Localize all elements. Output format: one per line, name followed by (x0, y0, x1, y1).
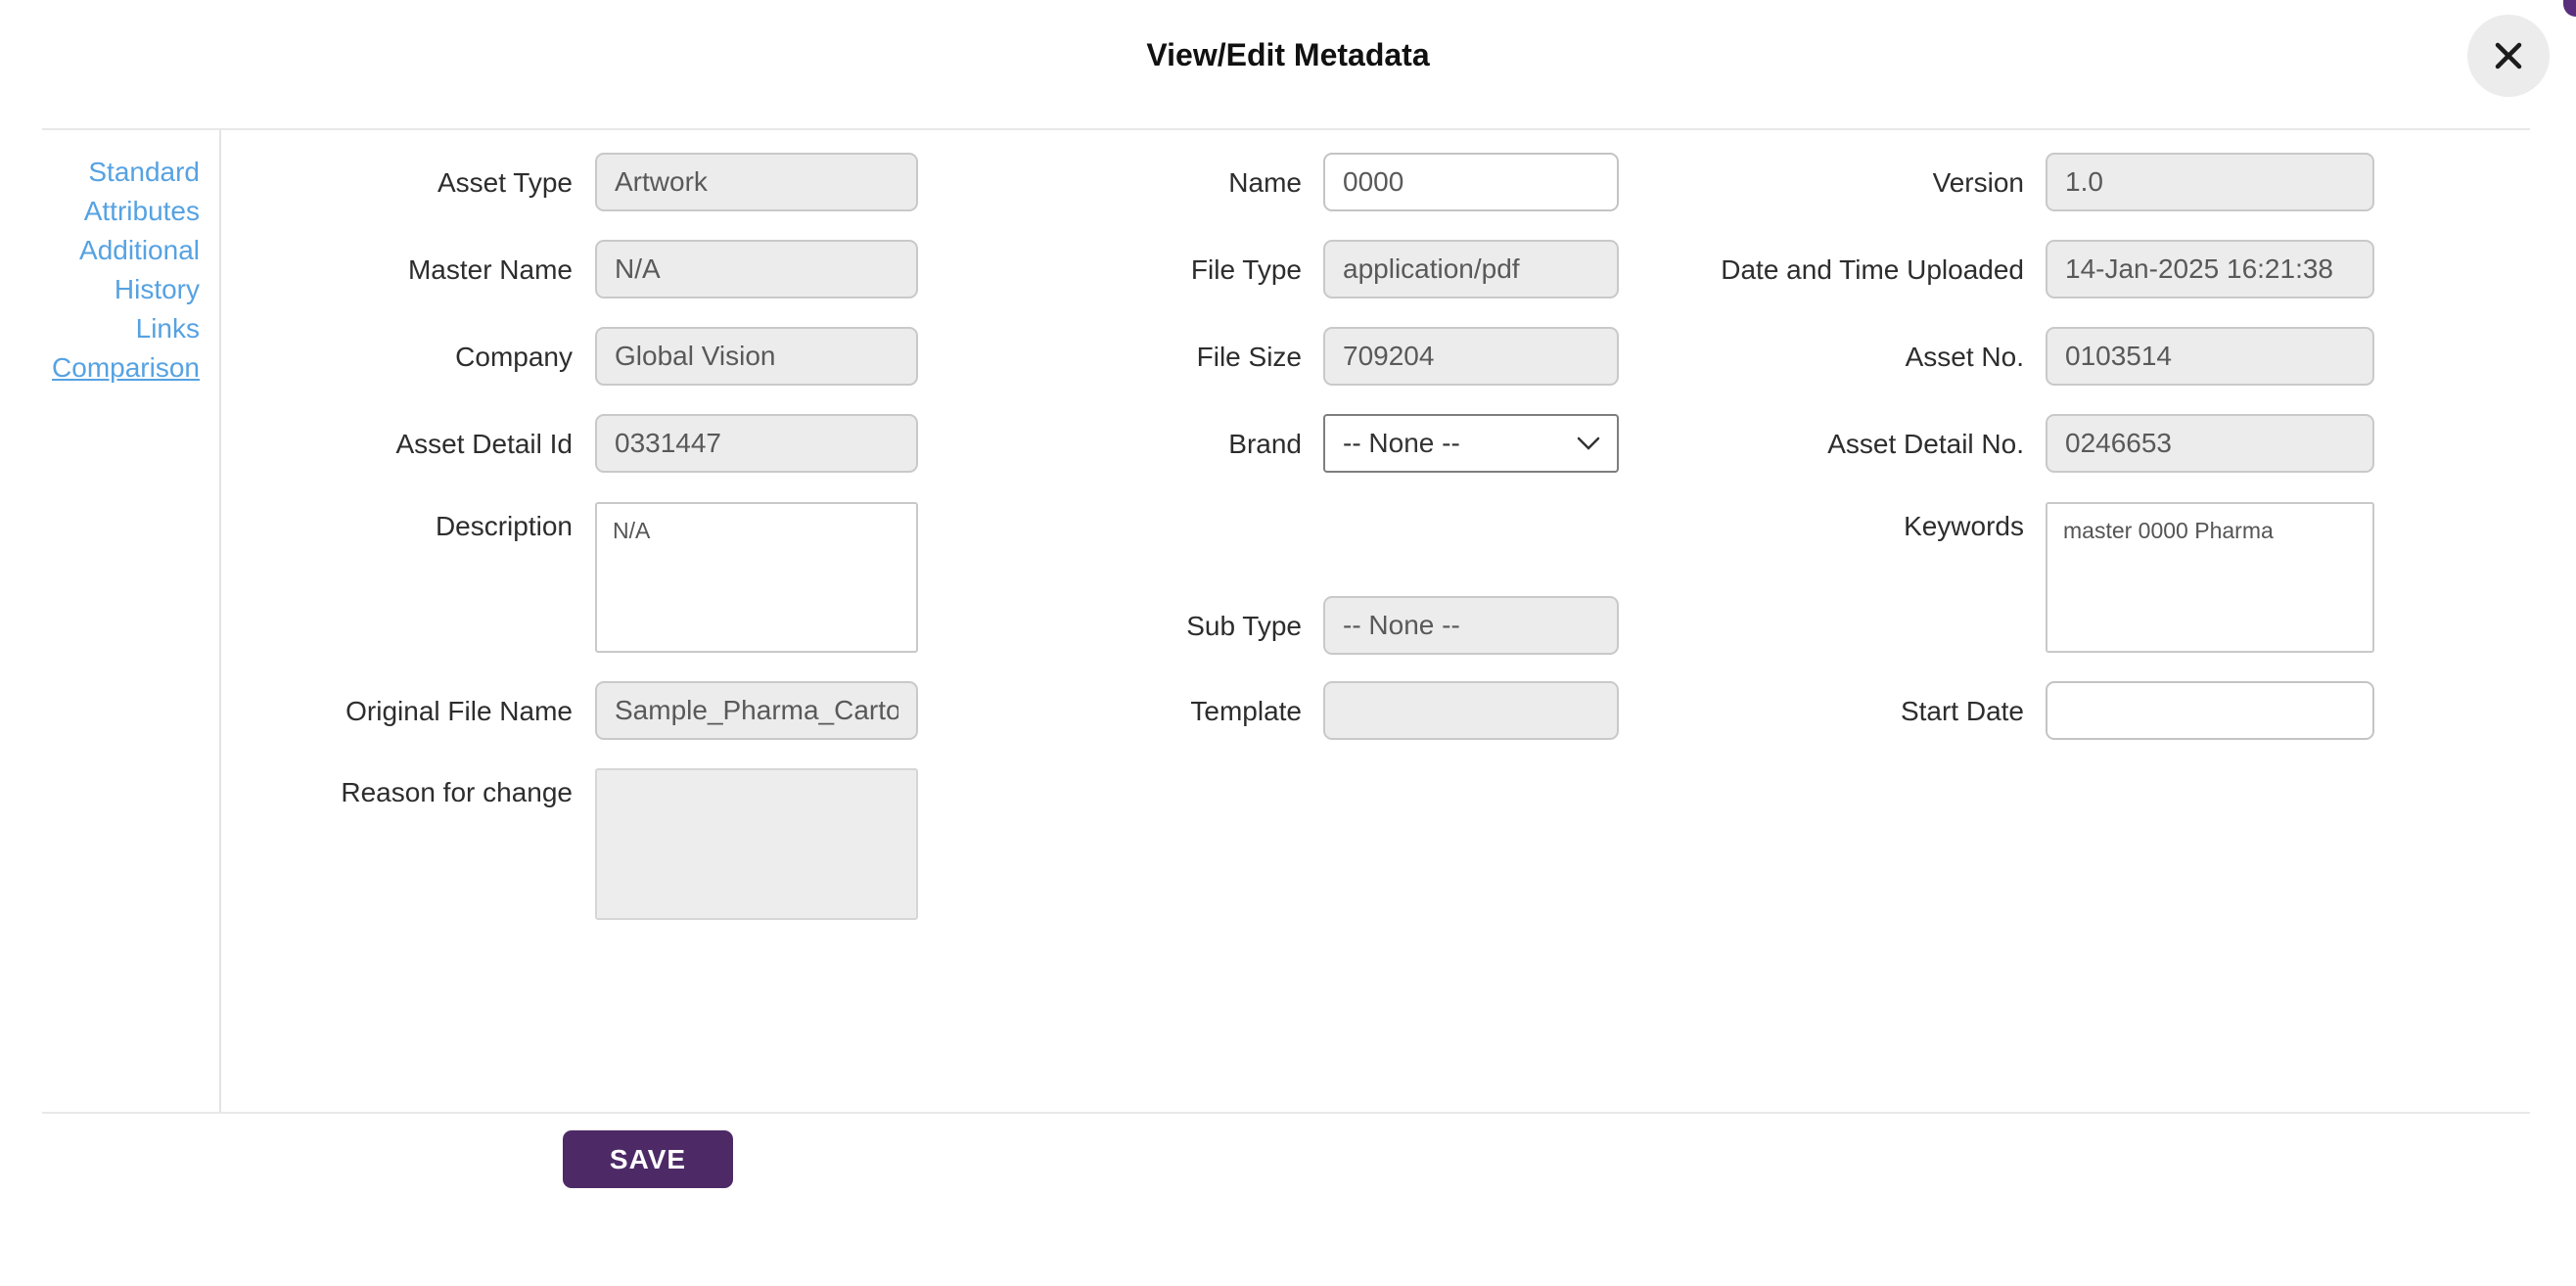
field-brand: Brand -- None -- (1057, 414, 1619, 473)
sidebar-item-attributes[interactable]: Attributes (42, 192, 200, 231)
original-file-name-input (595, 681, 918, 740)
file-size-input (1323, 327, 1619, 386)
reason-for-change-textarea (595, 768, 918, 920)
sidebar-item-additional[interactable]: Additional (42, 231, 200, 270)
field-asset-no: Asset No. (1603, 327, 2374, 386)
field-name: Name (1057, 153, 1619, 211)
header-divider (42, 128, 2530, 130)
field-asset-detail-no: Asset Detail No. (1603, 414, 2374, 473)
sidebar-item-links[interactable]: Links (42, 309, 200, 348)
date-uploaded-label: Date and Time Uploaded (1721, 254, 2024, 285)
field-start-date: Start Date (1603, 681, 2374, 740)
file-size-label: File Size (1196, 342, 1302, 372)
company-label: Company (455, 342, 573, 372)
start-date-input[interactable] (2046, 681, 2374, 740)
field-template: Template (1057, 681, 1619, 740)
keywords-textarea[interactable]: master 0000 Pharma (2046, 502, 2374, 653)
footer-divider (42, 1112, 2530, 1114)
asset-detail-no-input (2046, 414, 2374, 473)
brand-label: Brand (1228, 429, 1302, 459)
reason-for-change-label: Reason for change (341, 777, 573, 807)
sidebar-divider (219, 130, 221, 1112)
field-version: Version (1603, 153, 2374, 211)
description-label: Description (435, 511, 573, 541)
version-label: Version (1932, 167, 2024, 198)
field-reason-for-change: Reason for change (224, 768, 918, 920)
field-file-size: File Size (1057, 327, 1619, 386)
field-keywords: Keywords master 0000 Pharma (1603, 502, 2374, 653)
field-original-file-name: Original File Name (224, 681, 918, 740)
file-type-input (1323, 240, 1619, 299)
original-file-name-label: Original File Name (345, 696, 573, 726)
field-file-type: File Type (1057, 240, 1619, 299)
file-type-label: File Type (1190, 254, 1302, 285)
page-title: View/Edit Metadata (1146, 37, 1430, 72)
master-name-label: Master Name (407, 254, 573, 285)
keywords-label: Keywords (1904, 511, 2024, 541)
sub-type-label: Sub Type (1186, 611, 1302, 641)
date-uploaded-input (2046, 240, 2374, 299)
description-textarea[interactable]: N/A (595, 502, 918, 653)
company-input (595, 327, 918, 386)
background-page-fragment (2563, 0, 2576, 17)
field-description: Description N/A (224, 502, 918, 653)
field-date-uploaded: Date and Time Uploaded (1603, 240, 2374, 299)
master-name-input (595, 240, 918, 299)
sub-type-input (1323, 596, 1619, 655)
asset-type-input (595, 153, 918, 211)
template-label: Template (1190, 696, 1302, 726)
field-master-name: Master Name (224, 240, 918, 299)
asset-detail-id-label: Asset Detail Id (395, 429, 573, 459)
field-asset-type: Asset Type (224, 153, 918, 211)
field-company: Company (224, 327, 918, 386)
asset-no-input (2046, 327, 2374, 386)
asset-no-label: Asset No. (1905, 342, 2024, 372)
template-input (1323, 681, 1619, 740)
name-label: Name (1228, 167, 1302, 198)
view-edit-metadata-modal: View/Edit Metadata Standard Attributes A… (0, 0, 2576, 1286)
chevron-down-icon (1576, 436, 1601, 451)
field-asset-detail-id: Asset Detail Id (224, 414, 918, 473)
brand-select[interactable]: -- None -- (1323, 414, 1619, 473)
sidebar-item-comparison[interactable]: Comparison (42, 348, 200, 388)
version-input (2046, 153, 2374, 211)
field-sub-type: Sub Type (1057, 596, 1619, 655)
asset-detail-no-label: Asset Detail No. (1827, 429, 2024, 459)
start-date-label: Start Date (1900, 696, 2024, 726)
sidebar-item-standard[interactable]: Standard (42, 153, 200, 192)
asset-type-label: Asset Type (437, 167, 573, 198)
close-icon (2490, 37, 2527, 74)
name-input[interactable] (1323, 153, 1619, 211)
close-button[interactable] (2467, 15, 2550, 97)
sidebar-item-history[interactable]: History (42, 270, 200, 309)
asset-detail-id-input (595, 414, 918, 473)
brand-select-value: -- None -- (1343, 428, 1460, 458)
sidebar-nav: Standard Attributes Additional History L… (42, 153, 200, 388)
save-button[interactable]: SAVE (563, 1130, 733, 1188)
